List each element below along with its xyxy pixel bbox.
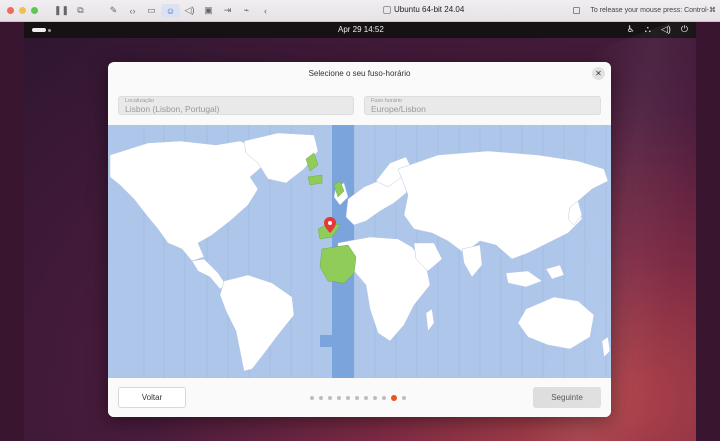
- minimize-window-button[interactable]: [19, 7, 26, 14]
- wrench-icon[interactable]: ✎: [104, 4, 123, 18]
- timezone-map[interactable]: [108, 125, 611, 378]
- drive-icon[interactable]: ▭: [142, 4, 161, 18]
- timezone-dialog: Selecione o seu fuso-horário ✕ Localizaç…: [108, 62, 611, 417]
- step-dot: [402, 396, 406, 400]
- step-indicator: [310, 395, 406, 401]
- volume-icon[interactable]: ◁): [661, 24, 671, 35]
- workspace-dot: [48, 28, 51, 32]
- volume-icon[interactable]: ◁): [180, 4, 199, 18]
- window-controls: [7, 7, 38, 14]
- back-button[interactable]: Voltar: [118, 387, 186, 408]
- power-icon[interactable]: ⏻: [681, 24, 688, 35]
- workspace-indicator: [32, 28, 46, 32]
- code-icon[interactable]: ‹›: [123, 4, 142, 18]
- step-dot: [391, 395, 397, 401]
- accessibility-icon[interactable]: ♿︎: [627, 24, 635, 35]
- zoom-window-button[interactable]: [31, 7, 38, 14]
- dialog-footer: Voltar Seguinte: [108, 378, 611, 417]
- host-toolbar: ❚❚ ⧉ ✎ ‹› ▭ ☺ ◁) ▣ ⇥ ⌁ ‹ Ubuntu 64-bit 2…: [0, 0, 720, 22]
- copy-icon[interactable]: [573, 6, 581, 14]
- close-window-button[interactable]: [7, 7, 14, 14]
- usb-icon[interactable]: ⌁: [237, 4, 256, 18]
- system-tray[interactable]: ♿︎ ⛬ ◁) ⏻: [627, 24, 688, 35]
- dialog-title: Selecione o seu fuso-horário: [308, 69, 411, 78]
- pause-icon[interactable]: ❚❚: [52, 4, 71, 18]
- location-value: Lisbon (Lisbon, Portugal): [125, 104, 220, 114]
- camera-icon[interactable]: ▣: [199, 4, 218, 18]
- release-hint: To release your mouse press: Control-⌘: [573, 6, 716, 14]
- location-field[interactable]: Localização Lisbon (Lisbon, Portugal): [118, 96, 354, 115]
- vm-icon: [383, 5, 391, 14]
- timezone-value: Europe/Lisbon: [371, 104, 426, 114]
- next-button[interactable]: Seguinte: [533, 387, 601, 408]
- share-icon[interactable]: ⇥: [218, 4, 237, 18]
- world-map[interactable]: [108, 125, 611, 378]
- step-dot: [310, 396, 314, 400]
- network-icon[interactable]: ⛬: [645, 24, 651, 35]
- step-dot: [319, 396, 323, 400]
- user-icon[interactable]: ☺: [161, 3, 180, 18]
- host-window-title: Ubuntu 64-bit 24.04: [383, 5, 464, 14]
- step-dot: [364, 396, 368, 400]
- vm-screen[interactable]: Apr 29 14:52 ♿︎ ⛬ ◁) ⏻ Selecione o seu f…: [24, 22, 696, 441]
- step-dot: [346, 396, 350, 400]
- gnome-top-bar: Apr 29 14:52 ♿︎ ⛬ ◁) ⏻: [24, 22, 696, 38]
- back-icon[interactable]: ‹: [256, 4, 275, 18]
- window-title-text: Ubuntu 64-bit 24.04: [394, 5, 465, 14]
- step-dot: [373, 396, 377, 400]
- close-button[interactable]: ✕: [592, 67, 605, 80]
- step-dot: [355, 396, 359, 400]
- timezone-field[interactable]: Fuso horário Europe/Lisbon: [364, 96, 601, 115]
- step-dot: [337, 396, 341, 400]
- clock[interactable]: Apr 29 14:52: [338, 25, 384, 34]
- release-hint-text: To release your mouse press: Control-⌘: [590, 7, 716, 14]
- activities-button[interactable]: [32, 28, 51, 32]
- snapshot-icon[interactable]: ⧉: [71, 4, 90, 18]
- step-dot: [328, 396, 332, 400]
- step-dot: [382, 396, 386, 400]
